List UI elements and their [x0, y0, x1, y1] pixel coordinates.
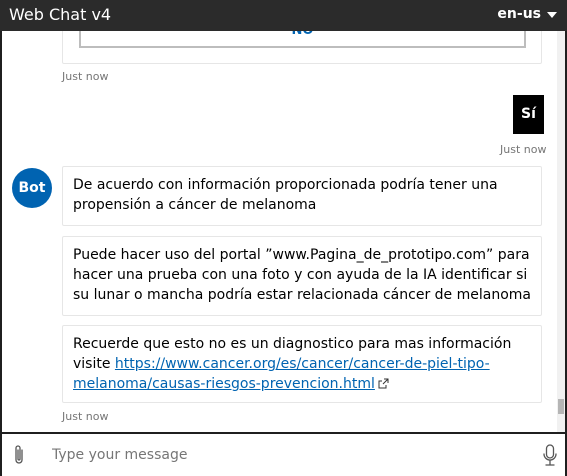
previous-bot-card: NO	[62, 31, 542, 64]
caret-down-icon[interactable]	[547, 12, 557, 18]
paperclip-icon[interactable]	[12, 444, 26, 466]
timestamp: Just now	[62, 70, 109, 83]
locale-selector[interactable]: en-us	[497, 6, 541, 22]
microphone-icon[interactable]	[542, 444, 558, 468]
bot-message-text: De acuerdo con información proporcionada…	[73, 177, 498, 213]
timestamp: Just now	[500, 143, 547, 156]
scrollbar-thumb[interactable]	[558, 399, 564, 414]
transcript-scrollbar[interactable]	[557, 31, 565, 432]
bot-message: Recuerde que esto no es un diagnostico p…	[62, 325, 542, 403]
no-button[interactable]: NO	[79, 31, 526, 48]
bot-message: De acuerdo con información proporcionada…	[62, 166, 542, 226]
user-message: Sí	[513, 95, 544, 134]
cancer-org-link[interactable]: https://www.cancer.org/es/cancer/cancer-…	[73, 356, 490, 392]
app-title: Web Chat v4	[9, 5, 112, 24]
external-link-icon	[378, 378, 389, 389]
title-bar: Web Chat v4 en-us	[0, 0, 567, 31]
message-input[interactable]	[40, 442, 520, 468]
timestamp: Just now	[62, 410, 109, 423]
send-box	[2, 434, 565, 476]
bot-avatar: Bot	[12, 168, 52, 208]
chat-transcript: NO Just now Sí Just now Bot De acuerdo c…	[2, 31, 565, 432]
bot-message-text: Puede hacer uso del portal ”www.Pagina_d…	[73, 247, 531, 303]
bot-message: Puede hacer uso del portal ”www.Pagina_d…	[62, 236, 542, 316]
